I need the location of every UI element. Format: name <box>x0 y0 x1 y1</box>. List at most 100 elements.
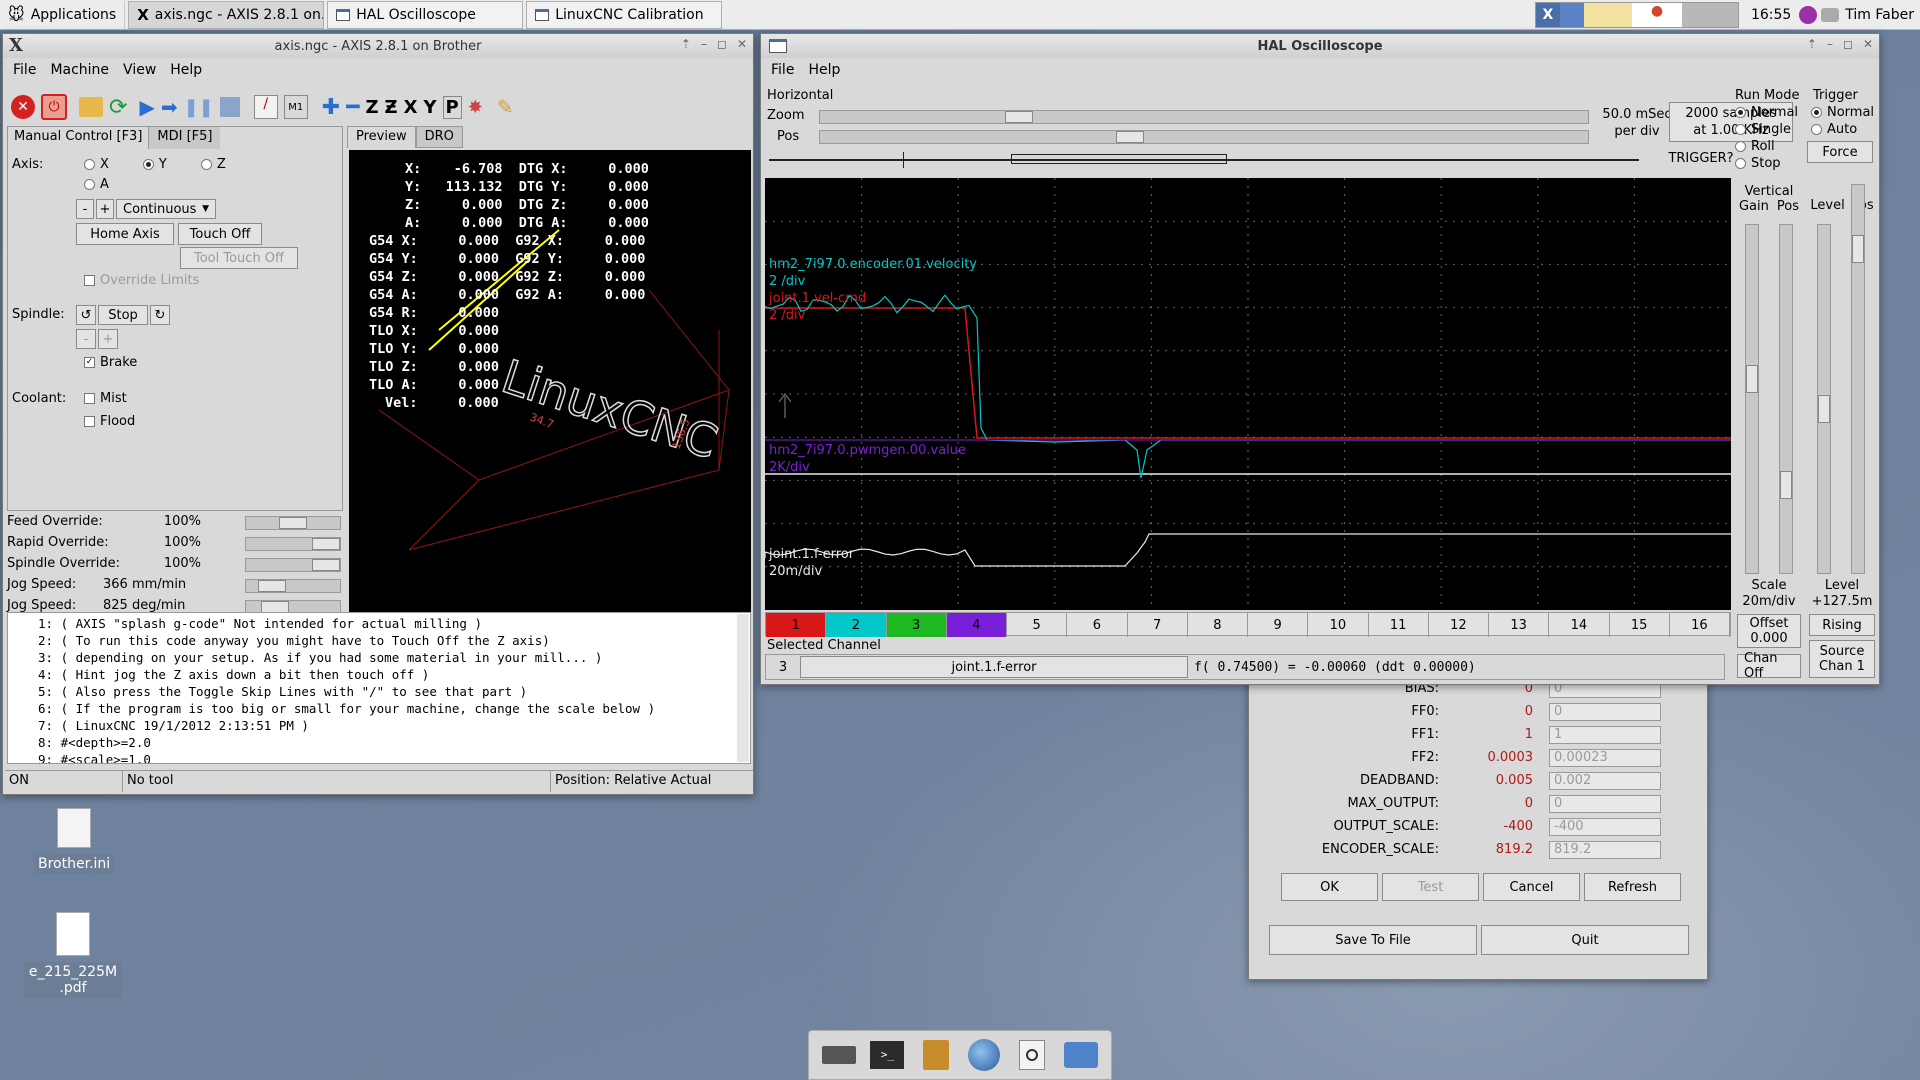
axis-radio-z[interactable]: Z <box>200 157 226 172</box>
run-icon[interactable]: ▶ <box>139 95 154 119</box>
gcode-line[interactable]: 9: #<scale>=1.0 <box>8 751 750 763</box>
menu-help[interactable]: Help <box>170 62 202 78</box>
selected-channel-source[interactable]: joint.1.f-error <box>800 656 1188 678</box>
test-button[interactable]: Test <box>1382 873 1479 901</box>
channel-button-8[interactable]: 8 <box>1188 613 1248 637</box>
jog-plus-button[interactable]: + <box>96 199 114 219</box>
flood-checkbox[interactable]: Flood <box>84 414 135 429</box>
shade-icon[interactable]: ⇡ <box>681 37 691 51</box>
channel-button-15[interactable]: 15 <box>1610 613 1670 637</box>
run-mode-normal[interactable]: Normal <box>1735 105 1803 120</box>
axis-radio-a[interactable]: A <box>84 177 109 192</box>
app-icon[interactable] <box>1799 5 1818 24</box>
channel-button-5[interactable]: 5 <box>1007 613 1068 637</box>
channel-button-1[interactable]: 1 <box>766 613 827 637</box>
quit-button[interactable]: Quit <box>1481 925 1689 955</box>
preview-canvas[interactable]: LinuxCNC 34.7 136.5 X: -6.708 DTG X: 0.0… <box>349 150 751 634</box>
run-mode-roll[interactable]: Roll <box>1735 139 1803 154</box>
jog-mode-select[interactable]: Continuous ▼ <box>116 199 216 219</box>
applications-menu[interactable]: 🐭 Applications <box>0 0 126 29</box>
trigger-pos-slider[interactable] <box>1851 184 1865 574</box>
channel-button-16[interactable]: 16 <box>1670 613 1730 637</box>
web-browser-icon[interactable] <box>964 1035 1004 1075</box>
axis-radio-y[interactable]: Y <box>142 157 167 172</box>
gcode-line[interactable]: 2: ( To run this code anyway you might h… <box>8 632 750 649</box>
view-z2-icon[interactable]: Ƶ <box>385 97 398 118</box>
trigger-level-slider[interactable] <box>1817 224 1831 574</box>
folder-icon[interactable] <box>1061 1035 1101 1075</box>
slider-knob[interactable] <box>1005 111 1033 123</box>
gcode-line[interactable]: 7: ( LinuxCNC 19/1/2012 2:13:51 PM ) <box>8 717 750 734</box>
gcode-line[interactable]: 1: ( AXIS "splash g-code" Not intended f… <box>8 615 750 632</box>
terminal-icon[interactable]: >_ <box>867 1035 907 1075</box>
param-entry[interactable]: 1 <box>1549 725 1661 744</box>
maximize-icon[interactable]: ◻ <box>1843 37 1853 51</box>
taskbar-item-calibration[interactable]: LinuxCNC Calibration <box>526 0 723 29</box>
user-menu[interactable]: Tim Faber <box>1845 7 1914 23</box>
trigger-mode-auto[interactable]: Auto <box>1807 122 1877 137</box>
channel-button-6[interactable]: 6 <box>1067 613 1128 637</box>
override-limits-checkbox[interactable]: Override Limits <box>84 273 199 288</box>
override-slider[interactable] <box>245 537 341 551</box>
gcode-line[interactable]: 3: ( depending on your setup. As if you … <box>8 649 750 666</box>
open-file-icon[interactable] <box>79 97 103 117</box>
channel-button-4[interactable]: 4 <box>946 613 1007 637</box>
scope-display[interactable]: hm2_7i97.0.encoder.01.velocity 2 /div jo… <box>765 178 1731 610</box>
view-z-icon[interactable]: Z <box>365 97 378 118</box>
desktop-icon-brother-ini[interactable]: Brother.ini <box>34 808 114 874</box>
slider-knob[interactable] <box>1116 131 1144 143</box>
skip-lines-icon[interactable]: / <box>253 95 278 119</box>
spindle-ccw-icon[interactable]: ↺ <box>76 305 96 325</box>
gcode-line[interactable]: 6: ( If the program is too big or small … <box>8 700 750 717</box>
step-icon[interactable]: ➡ <box>161 95 178 119</box>
spindle-cw-icon[interactable]: ↻ <box>150 305 170 325</box>
menu-machine[interactable]: Machine <box>50 62 109 78</box>
rising-button[interactable]: Rising <box>1809 614 1875 636</box>
param-entry[interactable]: -400 <box>1549 817 1661 836</box>
cancel-button[interactable]: Cancel <box>1483 873 1580 901</box>
zoom-in-icon[interactable]: ✚ <box>322 95 340 120</box>
workspace-1[interactable]: X <box>1535 2 1560 27</box>
tab-dro[interactable]: DRO <box>415 126 463 148</box>
view-x-icon[interactable]: X <box>404 97 418 118</box>
stop-icon[interactable] <box>219 97 240 117</box>
home-axis-button[interactable]: Home Axis <box>76 223 174 245</box>
taskbar-item-axis[interactable]: X axis.ngc - AXIS 2.8.1 on... <box>128 0 325 29</box>
channel-button-7[interactable]: 7 <box>1128 613 1188 637</box>
minimize-icon[interactable]: – <box>701 37 707 51</box>
menu-file[interactable]: File <box>771 62 794 78</box>
channel-button-14[interactable]: 14 <box>1549 613 1610 637</box>
drive-icon[interactable] <box>819 1035 859 1075</box>
optional-stop-icon[interactable]: M1 <box>283 95 308 119</box>
gcode-line[interactable]: 8: #<depth>=2.0 <box>8 734 750 751</box>
menu-view[interactable]: View <box>123 62 156 78</box>
shade-icon[interactable]: ⇡ <box>1807 37 1817 51</box>
run-mode-stop[interactable]: Stop <box>1735 156 1803 171</box>
mist-checkbox[interactable]: Mist <box>84 391 127 406</box>
tool-touch-off-button[interactable]: Tool Touch Off <box>180 247 298 269</box>
gain-slider[interactable] <box>1745 224 1759 574</box>
firefox-workspace-icon[interactable]: ● <box>1631 2 1682 27</box>
pause-icon[interactable]: ❚❚ <box>184 97 214 118</box>
view-y-icon[interactable]: Y <box>423 97 436 118</box>
taskbar-item-halscope[interactable]: HAL Oscilloscope <box>327 0 524 29</box>
halscope-titlebar[interactable]: HAL Oscilloscope ⇡ – ◻ ✕ <box>761 34 1879 58</box>
slider-knob[interactable] <box>312 538 340 550</box>
slider-knob[interactable] <box>312 559 340 571</box>
channel-button-2[interactable]: 2 <box>826 613 887 637</box>
param-entry[interactable]: 0.002 <box>1549 771 1661 790</box>
workspace-4[interactable] <box>1607 2 1632 27</box>
axis-radio-x[interactable]: X <box>84 157 109 172</box>
view-p-icon[interactable]: P <box>442 95 462 119</box>
channel-button-11[interactable]: 11 <box>1369 613 1429 637</box>
override-slider[interactable] <box>245 516 341 530</box>
close-icon[interactable]: ✕ <box>1863 37 1873 51</box>
menu-file[interactable]: File <box>13 62 36 78</box>
jog-minus-button[interactable]: - <box>76 199 94 219</box>
ok-button[interactable]: OK <box>1281 873 1378 901</box>
workspace-3[interactable] <box>1583 2 1608 27</box>
gcode-scrollbar[interactable] <box>737 614 749 762</box>
channel-button-13[interactable]: 13 <box>1489 613 1550 637</box>
axis-titlebar[interactable]: X axis.ngc - AXIS 2.8.1 on Brother ⇡ – ◻ ✕ <box>3 34 753 58</box>
trigger-mode-normal[interactable]: Normal <box>1807 105 1877 120</box>
